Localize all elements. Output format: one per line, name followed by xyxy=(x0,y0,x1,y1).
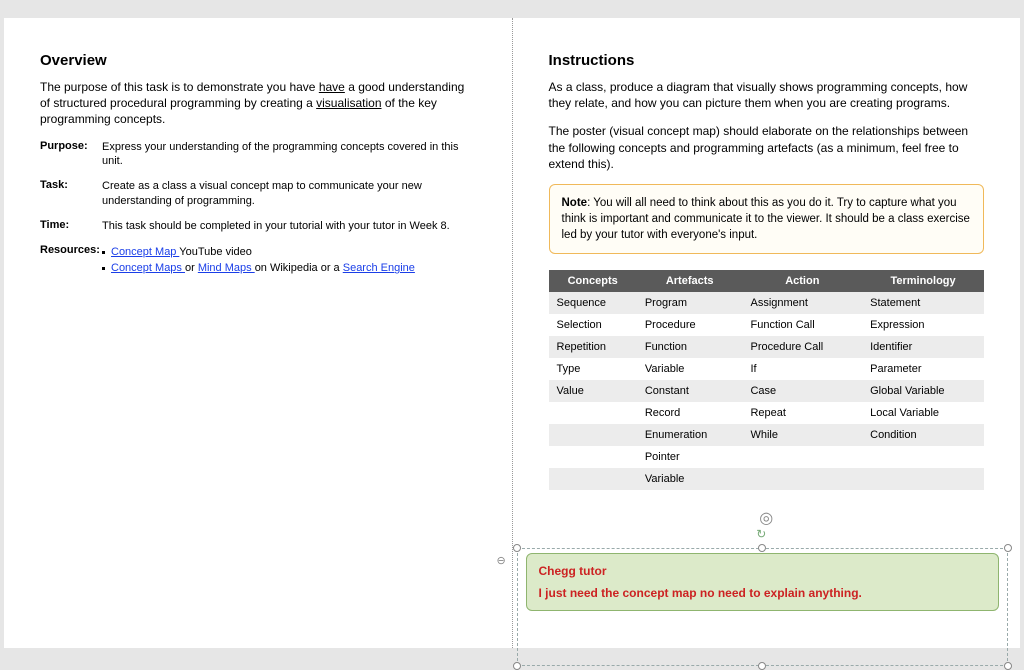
table-row: EnumerationWhileCondition xyxy=(549,424,985,446)
table-cell: Procedure Call xyxy=(742,336,862,358)
table-cell: Program xyxy=(637,292,743,314)
resize-handle[interactable] xyxy=(758,662,766,670)
overview-column: Overview The purpose of this task is to … xyxy=(4,18,513,648)
table-cell: Variable xyxy=(637,468,743,490)
table-row: TypeVariableIfParameter xyxy=(549,358,985,380)
table-row: SelectionProcedureFunction CallExpressio… xyxy=(549,314,985,336)
overview-definition-list: Purpose: Express your understanding of t… xyxy=(40,140,476,277)
table-cell: Variable xyxy=(637,358,743,380)
rotate-handle-icon[interactable]: ↻ xyxy=(756,527,768,539)
table-cell: Constant xyxy=(637,380,743,402)
instructions-column: Instructions As a class, produce a diagr… xyxy=(513,18,1021,648)
table-cell: Condition xyxy=(862,424,984,446)
table-cell: Global Variable xyxy=(862,380,984,402)
table-cell: Local Variable xyxy=(862,402,984,424)
decorative-swirl-icon: ◎ xyxy=(549,508,985,528)
table-cell: Assignment xyxy=(742,292,862,314)
overview-intro: The purpose of this task is to demonstra… xyxy=(40,79,476,128)
table-cell: Expression xyxy=(862,314,984,336)
note-box: Note: You will all need to think about t… xyxy=(549,184,985,254)
th-concepts: Concepts xyxy=(549,270,637,292)
table-cell: Pointer xyxy=(637,446,743,468)
overview-heading: Overview xyxy=(40,52,476,69)
resource-item-1: Concept Map YouTube video xyxy=(102,244,476,261)
table-cell: Selection xyxy=(549,314,637,336)
link-search-engine[interactable]: Search Engine xyxy=(343,262,415,274)
row-resources: Resources: Concept Map YouTube video Con… xyxy=(40,244,476,277)
resize-handle[interactable] xyxy=(1004,662,1012,670)
table-cell xyxy=(862,446,984,468)
annotation-selection[interactable]: ⊖ ↻ Chegg tutor I just need the concept … xyxy=(513,548,1013,666)
instructions-heading: Instructions xyxy=(549,52,985,69)
table-cell: Function xyxy=(637,336,743,358)
link-concept-maps[interactable]: Concept Maps xyxy=(111,262,185,274)
resource-item-2: Concept Maps or Mind Maps on Wikipedia o… xyxy=(102,260,476,277)
annotation-body: I just need the concept map no need to e… xyxy=(539,586,987,600)
th-artefacts: Artefacts xyxy=(637,270,743,292)
concepts-table: Concepts Artefacts Action Terminology Se… xyxy=(549,270,985,490)
document-page: Overview The purpose of this task is to … xyxy=(4,18,1020,648)
resize-handle[interactable] xyxy=(1004,544,1012,552)
table-cell: Type xyxy=(549,358,637,380)
table-cell: Identifier xyxy=(862,336,984,358)
resize-handle[interactable] xyxy=(513,662,521,670)
table-row: RepetitionFunctionProcedure CallIdentifi… xyxy=(549,336,985,358)
table-cell: Case xyxy=(742,380,862,402)
link-mind-maps[interactable]: Mind Maps xyxy=(198,262,255,274)
instructions-p2: The poster (visual concept map) should e… xyxy=(549,123,985,172)
table-cell xyxy=(862,468,984,490)
table-row: Variable xyxy=(549,468,985,490)
th-terminology: Terminology xyxy=(862,270,984,292)
table-cell xyxy=(549,424,637,446)
th-action: Action xyxy=(742,270,862,292)
table-cell: Procedure xyxy=(637,314,743,336)
table-row: RecordRepeatLocal Variable xyxy=(549,402,985,424)
table-cell xyxy=(742,468,862,490)
bullet-icon xyxy=(102,251,105,254)
table-cell: While xyxy=(742,424,862,446)
annotation-textbox[interactable]: Chegg tutor I just need the concept map … xyxy=(526,553,1000,611)
resize-handle[interactable] xyxy=(513,544,521,552)
annotation-title: Chegg tutor xyxy=(539,564,987,578)
table-row: Pointer xyxy=(549,446,985,468)
table-cell xyxy=(549,468,637,490)
table-cell: Enumeration xyxy=(637,424,743,446)
table-cell: Repetition xyxy=(549,336,637,358)
resize-handle[interactable] xyxy=(758,544,766,552)
table-cell: Statement xyxy=(862,292,984,314)
table-cell: If xyxy=(742,358,862,380)
table-cell: Value xyxy=(549,380,637,402)
table-cell xyxy=(742,446,862,468)
table-cell: Repeat xyxy=(742,402,862,424)
link-concept-map[interactable]: Concept Map xyxy=(111,246,179,258)
table-cell: Parameter xyxy=(862,358,984,380)
collapse-indicator-icon[interactable]: ⊖ xyxy=(497,554,506,567)
table-row: ValueConstantCaseGlobal Variable xyxy=(549,380,985,402)
table-cell: Record xyxy=(637,402,743,424)
instructions-p1: As a class, produce a diagram that visua… xyxy=(549,79,985,111)
row-time: Time: This task should be completed in y… xyxy=(40,219,476,234)
table-cell xyxy=(549,446,637,468)
row-task: Task: Create as a class a visual concept… xyxy=(40,179,476,209)
bullet-icon xyxy=(102,267,105,270)
table-row: SequenceProgramAssignmentStatement xyxy=(549,292,985,314)
table-cell: Sequence xyxy=(549,292,637,314)
row-purpose: Purpose: Express your understanding of t… xyxy=(40,140,476,170)
table-cell xyxy=(549,402,637,424)
table-cell: Function Call xyxy=(742,314,862,336)
